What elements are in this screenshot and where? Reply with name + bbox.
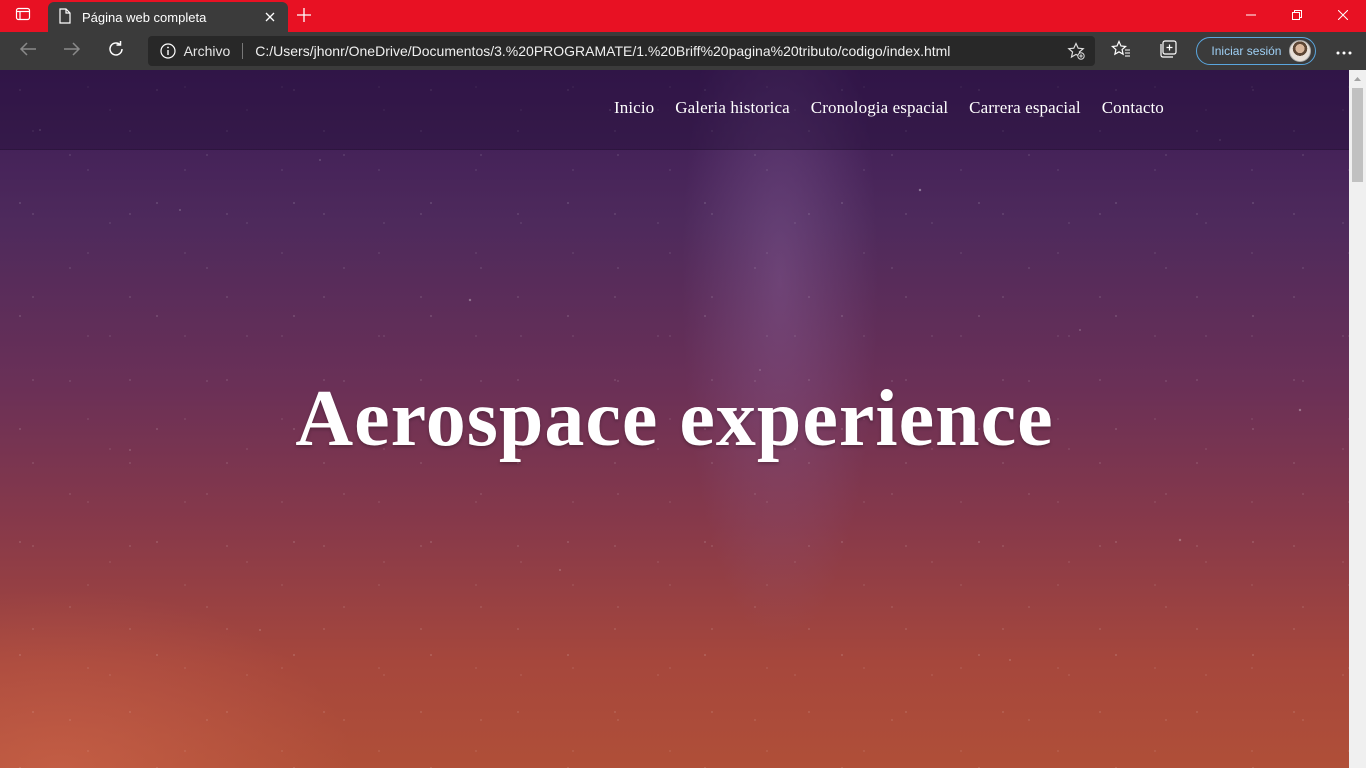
close-window-button[interactable] bbox=[1320, 0, 1366, 32]
nav-link-cronologia-espacial[interactable]: Cronologia espacial bbox=[811, 98, 948, 118]
favorites-star-icon bbox=[1110, 39, 1131, 63]
info-icon[interactable] bbox=[159, 43, 176, 59]
scrollbar-thumb[interactable] bbox=[1352, 88, 1363, 182]
back-arrow-icon bbox=[19, 41, 37, 62]
more-dots-icon bbox=[1336, 42, 1352, 60]
refresh-icon bbox=[107, 40, 125, 63]
minimize-icon bbox=[1246, 7, 1256, 25]
add-favorite-icon[interactable] bbox=[1061, 42, 1091, 60]
favorites-button[interactable] bbox=[1099, 35, 1143, 67]
back-button[interactable] bbox=[6, 35, 50, 67]
nav-link-galeria-historica[interactable]: Galeria historica bbox=[675, 98, 790, 118]
window-controls bbox=[1228, 0, 1366, 32]
collections-icon bbox=[1159, 39, 1178, 63]
close-icon bbox=[1337, 7, 1349, 25]
site-info-label[interactable]: Archivo bbox=[184, 43, 231, 59]
browser-title-bar: Página web completa bbox=[0, 0, 1366, 32]
new-tab-button[interactable] bbox=[288, 2, 320, 32]
page-scrollbar[interactable] bbox=[1349, 70, 1366, 768]
nav-link-inicio[interactable]: Inicio bbox=[614, 98, 654, 118]
profile-avatar bbox=[1289, 40, 1312, 62]
address-separator bbox=[242, 43, 244, 59]
close-tab-icon[interactable] bbox=[262, 9, 278, 25]
browser-toolbar: Archivo C:/Users/jhonr/OneDrive/Document… bbox=[0, 32, 1366, 70]
browser-tab-active[interactable]: Página web completa bbox=[48, 2, 288, 32]
url-text[interactable]: C:/Users/jhonr/OneDrive/Documentos/3.%20… bbox=[255, 43, 1060, 59]
forward-button[interactable] bbox=[50, 35, 94, 67]
settings-more-button[interactable] bbox=[1322, 35, 1366, 67]
page-document-icon bbox=[58, 7, 72, 27]
hero-title: Aerospace experience bbox=[295, 375, 1054, 463]
plus-icon bbox=[297, 7, 311, 27]
tab-title: Página web completa bbox=[82, 9, 207, 25]
tab-actions-button[interactable] bbox=[0, 0, 46, 32]
site-nav: Inicio Galeria historica Cronologia espa… bbox=[614, 98, 1164, 118]
nav-link-carrera-espacial[interactable]: Carrera espacial bbox=[969, 98, 1081, 118]
refresh-button[interactable] bbox=[94, 35, 138, 67]
forward-arrow-icon bbox=[63, 41, 81, 62]
site-header: Inicio Galeria historica Cronologia espa… bbox=[0, 70, 1349, 150]
collections-button[interactable] bbox=[1147, 35, 1191, 67]
page-viewport: Inicio Galeria historica Cronologia espa… bbox=[0, 70, 1349, 768]
sign-in-button[interactable]: Iniciar sesión bbox=[1196, 37, 1317, 65]
restore-icon bbox=[1292, 7, 1302, 25]
minimize-button[interactable] bbox=[1228, 0, 1274, 32]
nav-link-contacto[interactable]: Contacto bbox=[1102, 98, 1164, 118]
restore-button[interactable] bbox=[1274, 0, 1320, 32]
sign-in-label: Iniciar sesión bbox=[1211, 44, 1282, 58]
tab-actions-icon bbox=[15, 6, 31, 27]
address-bar[interactable]: Archivo C:/Users/jhonr/OneDrive/Document… bbox=[147, 36, 1095, 66]
scroll-up-arrow-icon[interactable] bbox=[1349, 70, 1366, 87]
